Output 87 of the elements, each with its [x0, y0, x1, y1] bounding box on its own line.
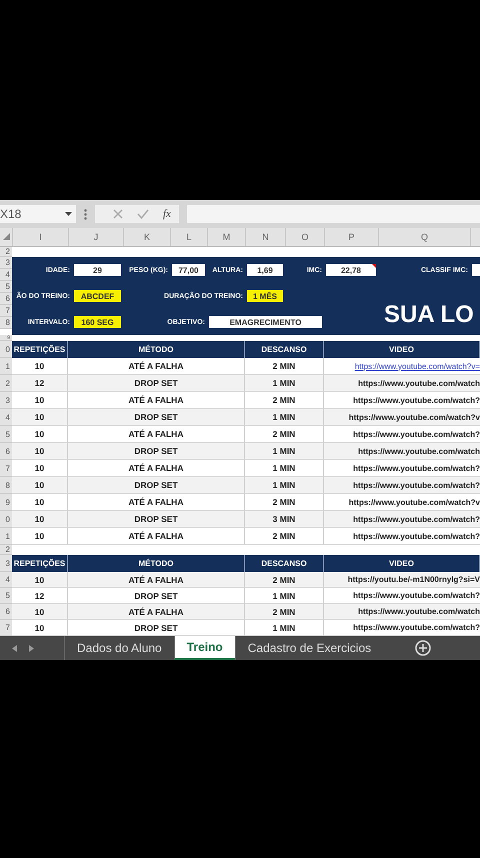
table-cell: 10 — [12, 511, 68, 528]
column-header[interactable]: N — [245, 228, 285, 246]
cancel-icon[interactable] — [113, 209, 123, 219]
row-number[interactable]: 3 — [0, 257, 12, 269]
banner-title: SUA LO — [384, 301, 474, 329]
table-cell: 10 — [12, 477, 68, 494]
value-field[interactable]: 77,00 — [172, 264, 205, 276]
row-number[interactable]: 3 — [0, 392, 12, 409]
value-field[interactable]: 29 — [74, 264, 121, 276]
table-cell: 10 — [12, 443, 68, 460]
column-header[interactable]: O — [285, 228, 324, 246]
table-cell: 1 MIN — [245, 477, 324, 494]
more-icon[interactable] — [84, 208, 87, 220]
value-field[interactable]: ABCDEF — [74, 290, 121, 302]
video-link[interactable]: https://www.youtube.com/watch — [324, 604, 480, 620]
row-number[interactable]: 5 — [0, 281, 12, 293]
row-number[interactable]: 6 — [0, 604, 12, 620]
value-field[interactable]: 160 SEG — [74, 316, 121, 328]
row-number[interactable]: 1 — [0, 528, 12, 545]
caret-icon[interactable] — [65, 212, 72, 216]
row-number[interactable]: 2 — [0, 375, 12, 392]
table-cell: 12 — [12, 375, 68, 392]
row-number[interactable]: 7 — [0, 305, 12, 317]
column-header[interactable]: L — [170, 228, 207, 246]
previous-sheet-icon[interactable] — [12, 644, 17, 652]
column-header[interactable]: K — [123, 228, 170, 246]
row-number[interactable]: 4 — [0, 269, 12, 281]
name-box[interactable]: X18 — [0, 205, 76, 223]
value-field[interactable]: 22,78 — [326, 264, 376, 276]
row-number[interactable]: 8 — [0, 477, 12, 494]
table-cell: 10 — [12, 409, 68, 426]
table-cell: DROP SET — [68, 375, 245, 392]
sheet-tab[interactable]: Treino — [174, 636, 235, 660]
table-cell: 1 MIN — [245, 443, 324, 460]
table-cell: DROP SET — [68, 477, 245, 494]
table-cell: 1 MIN — [245, 375, 324, 392]
column-header[interactable]: Q — [378, 228, 470, 246]
row-number[interactable]: 6 — [0, 293, 12, 305]
column-header[interactable]: J — [68, 228, 123, 246]
insert-function-button[interactable]: fx — [163, 208, 171, 220]
row-number[interactable]: 8 — [0, 317, 12, 329]
column-heading: DESCANSO — [245, 341, 324, 358]
video-link[interactable]: https://youtu.be/-m1N00rnylg?si=V — [324, 572, 480, 588]
row-number[interactable]: 9 — [0, 494, 12, 511]
column-heading: REPETIÇÕES — [12, 341, 68, 358]
row-number[interactable]: 5 — [0, 588, 12, 604]
video-link[interactable]: https://www.youtube.com/watch — [324, 443, 480, 460]
table-cell: 3 MIN — [245, 511, 324, 528]
column-header[interactable]: I — [12, 228, 68, 246]
add-sheet-icon[interactable] — [415, 640, 432, 656]
table-cell: ATÉ A FALHA — [68, 604, 245, 620]
column-header[interactable]: P — [324, 228, 378, 246]
video-link[interactable]: https://www.youtube.com/watch — [324, 375, 480, 392]
row-number[interactable]: 2 — [0, 247, 12, 257]
row-number[interactable]: 4 — [0, 572, 12, 588]
check-icon[interactable] — [137, 209, 149, 219]
column-heading: MÉTODO — [68, 341, 245, 358]
row-number[interactable]: 4 — [0, 409, 12, 426]
sheet-tab[interactable]: Cadastro de Exercicios — [234, 636, 384, 660]
table-cell: DROP SET — [68, 511, 245, 528]
table-cell: DROP SET — [68, 409, 245, 426]
row-number[interactable]: 7 — [0, 620, 12, 636]
row-number[interactable]: 3 — [0, 555, 12, 572]
table-cell: ATÉ A FALHA — [68, 572, 245, 588]
table-cell: 2 MIN — [245, 604, 324, 620]
formula-input[interactable] — [186, 205, 480, 223]
table-cell: 10 — [12, 572, 68, 588]
video-link[interactable]: https://www.youtube.com/watch? — [324, 477, 480, 494]
table-cell: 1 MIN — [245, 409, 324, 426]
next-sheet-icon[interactable] — [29, 644, 34, 652]
table-cell: 2 MIN — [245, 572, 324, 588]
video-link[interactable]: https://www.youtube.com/watch? — [324, 511, 480, 528]
value-field[interactable]: 1,69 — [247, 264, 283, 276]
column-header[interactable]: M — [207, 228, 245, 246]
value-field[interactable]: EMAGRECIMENTO — [209, 316, 322, 328]
video-link[interactable]: https://www.youtube.com/watch?v — [324, 409, 480, 426]
row-number[interactable]: 7 — [0, 460, 12, 477]
table-cell: 10 — [12, 604, 68, 620]
row-number[interactable]: 1 — [0, 358, 12, 375]
row-number[interactable]: 2 — [0, 545, 12, 555]
row-number[interactable]: 5 — [0, 426, 12, 443]
row-number[interactable]: 0 — [0, 511, 12, 528]
column-heading: VIDEO — [324, 341, 480, 358]
table-cell: DROP SET — [68, 443, 245, 460]
row-number[interactable]: 0 — [0, 341, 12, 358]
row-number[interactable]: 6 — [0, 443, 12, 460]
value-field[interactable]: 1 MÊS — [247, 290, 283, 302]
